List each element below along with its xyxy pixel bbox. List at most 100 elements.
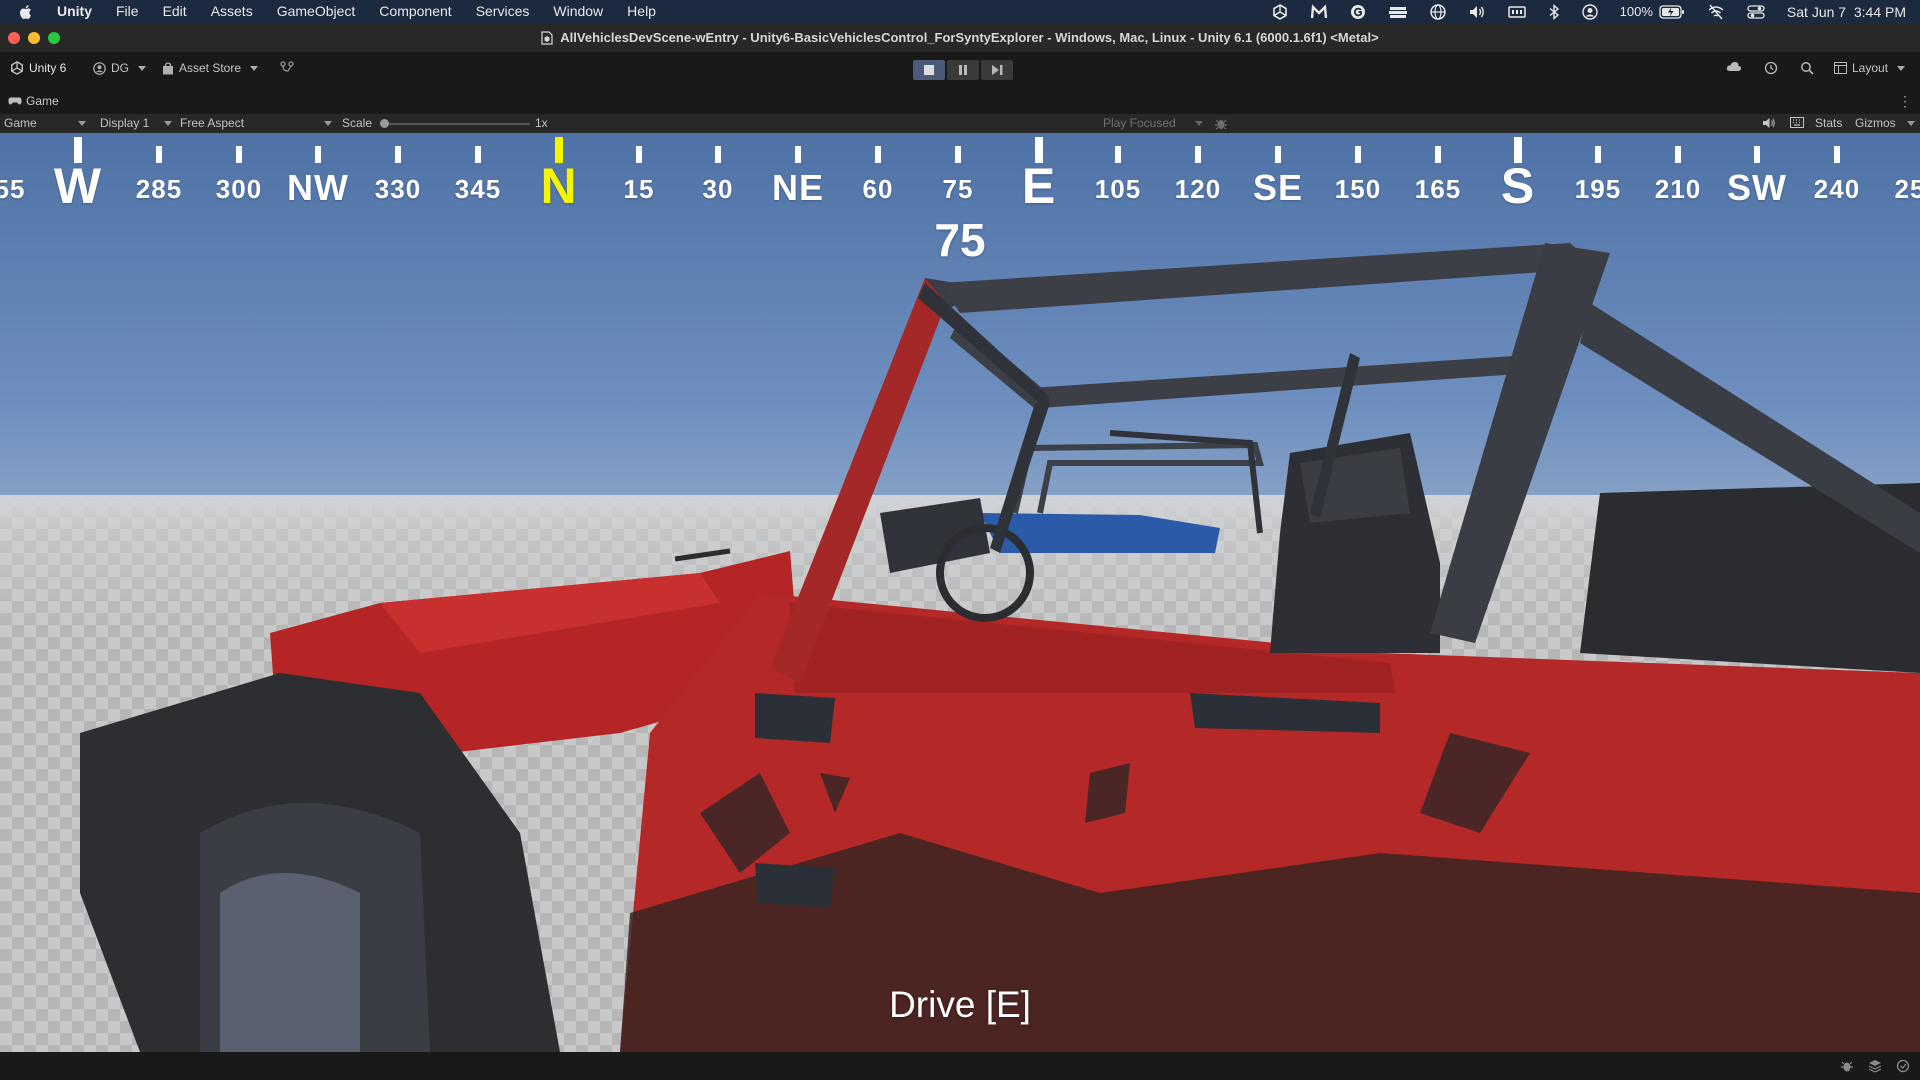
compass-tick xyxy=(475,146,481,163)
drive-sync-icon[interactable] xyxy=(1388,4,1408,20)
scale-value-text: 1x xyxy=(535,116,548,130)
menu-assets[interactable]: Assets xyxy=(199,0,265,23)
red-jeep xyxy=(80,243,1920,1052)
compass-label: 30 xyxy=(702,174,734,204)
malwarebytes-icon[interactable] xyxy=(1310,3,1328,20)
chevron-down-icon xyxy=(164,121,172,126)
display-label: Display 1 xyxy=(100,116,150,130)
menu-file[interactable]: File xyxy=(104,0,151,23)
version-control-button[interactable] xyxy=(280,61,294,73)
aspect-dropdown[interactable]: Free Aspect xyxy=(180,116,332,130)
battery-charging-icon[interactable] xyxy=(1659,4,1685,19)
compass-label: 15 xyxy=(623,174,655,204)
unity-logo-icon xyxy=(11,61,23,75)
layout-dropdown[interactable]: Layout xyxy=(1834,61,1906,75)
window-title: AllVehiclesDevScene-wEntry - Unity6-Basi… xyxy=(560,30,1379,45)
unity-version-button[interactable]: Unity 6 xyxy=(10,61,66,75)
compass-tick xyxy=(1115,146,1121,163)
debug-button[interactable] xyxy=(1215,117,1227,130)
compass-label-cardinal: S xyxy=(1500,158,1536,214)
menu-help[interactable]: Help xyxy=(615,0,668,23)
account-dropdown[interactable]: DG xyxy=(93,61,146,75)
close-window-button[interactable] xyxy=(8,32,20,44)
volume-icon[interactable] xyxy=(1468,4,1486,20)
shortcuts-button[interactable] xyxy=(1790,117,1804,128)
control-center-icon[interactable] xyxy=(1747,4,1765,20)
compass-label: 55 xyxy=(0,174,26,204)
pause-button[interactable] xyxy=(947,60,979,80)
chevron-down-icon xyxy=(324,121,332,126)
clock-datetime[interactable]: Sat Jun 7 3:44 PM xyxy=(1787,4,1906,20)
gamepad-icon xyxy=(8,97,22,104)
vpn-globe-icon[interactable] xyxy=(1429,3,1446,20)
menu-component[interactable]: Component xyxy=(367,0,463,23)
compass-label: 210 xyxy=(1654,174,1702,204)
user-account-icon[interactable] xyxy=(1581,3,1598,20)
compass-tick xyxy=(636,146,642,163)
apple-logo-icon[interactable] xyxy=(17,3,35,21)
compass-tick xyxy=(715,146,721,163)
menu-window[interactable]: Window xyxy=(541,0,615,23)
gizmos-label: Gizmos xyxy=(1855,116,1896,130)
play-focused-label: Play Focused xyxy=(1103,116,1176,130)
stop-button[interactable] xyxy=(913,60,945,80)
editor-tab-bar: Game ⋮ xyxy=(0,88,1920,114)
account-icon xyxy=(93,61,106,75)
progress-status-icon[interactable] xyxy=(1896,1059,1910,1073)
minimize-window-button[interactable] xyxy=(28,32,40,44)
menu-edit[interactable]: Edit xyxy=(151,0,199,23)
unity-document-icon xyxy=(541,30,553,45)
pause-icon xyxy=(959,65,967,75)
compass-tick xyxy=(156,146,162,163)
compass-label-cardinal: E xyxy=(1021,158,1057,214)
compass-label-cardinal: W xyxy=(53,158,103,214)
wifi-off-icon[interactable] xyxy=(1707,4,1725,20)
asset-store-dropdown[interactable]: Asset Store xyxy=(162,61,259,75)
mute-audio-button[interactable] xyxy=(1763,117,1776,129)
menu-unity[interactable]: Unity xyxy=(49,0,104,23)
history-button[interactable] xyxy=(1764,61,1778,75)
compass-label: 165 xyxy=(1414,174,1462,204)
scale-slider-thumb[interactable] xyxy=(380,119,389,128)
kebab-menu-icon[interactable]: ⋮ xyxy=(1898,93,1912,110)
game-viewport[interactable]: 55 W 285 300 NW 330 345 N 15 30 NE 60 75… xyxy=(0,133,1920,1052)
memory-stats-icon[interactable] xyxy=(1507,4,1526,20)
compass-label-intercardinal: SE xyxy=(1252,167,1304,208)
compass-label: 330 xyxy=(374,174,422,204)
account-label: DG xyxy=(111,61,129,75)
battery-percent: 100% xyxy=(1619,4,1653,19)
compass-label: 240 xyxy=(1813,174,1861,204)
unity-version-label: Unity 6 xyxy=(29,61,67,75)
step-button[interactable] xyxy=(981,60,1013,80)
gizmos-dropdown[interactable]: Gizmos xyxy=(1855,116,1915,130)
unity-status-icon[interactable] xyxy=(1272,3,1288,20)
stats-button[interactable]: Stats xyxy=(1815,116,1842,130)
history-icon xyxy=(1764,61,1778,75)
compass-tick xyxy=(1275,146,1281,163)
bluetooth-icon[interactable] xyxy=(1548,3,1560,20)
compass-label: 345 xyxy=(454,174,502,204)
compass-tick xyxy=(1754,146,1760,163)
display-dropdown[interactable]: Display 1 xyxy=(100,116,172,130)
chevron-down-icon xyxy=(1907,121,1915,126)
compass-label-intercardinal: NW xyxy=(287,167,349,208)
heading-readout: 75 xyxy=(934,214,986,266)
compass-tick xyxy=(1195,146,1201,163)
menu-gameobject[interactable]: GameObject xyxy=(265,0,368,23)
scale-slider-track[interactable] xyxy=(380,123,530,125)
grammarly-icon[interactable] xyxy=(1350,4,1366,20)
compass-tick xyxy=(315,146,321,163)
layers-status-icon[interactable] xyxy=(1868,1059,1882,1073)
scale-label-text: Scale xyxy=(342,116,373,130)
menu-services[interactable]: Services xyxy=(464,0,542,23)
debug-status-icon[interactable] xyxy=(1840,1059,1854,1073)
cloud-button[interactable] xyxy=(1726,61,1742,72)
search-button[interactable] xyxy=(1800,61,1814,75)
view-mode-dropdown[interactable]: Game xyxy=(4,116,86,130)
play-mode-dropdown[interactable]: Play Focused xyxy=(1103,116,1203,130)
compass-tick xyxy=(1595,146,1601,163)
tab-game[interactable]: Game xyxy=(8,94,59,108)
compass-tick xyxy=(1675,146,1681,163)
compass-tick xyxy=(795,146,801,163)
zoom-window-button[interactable] xyxy=(48,32,60,44)
